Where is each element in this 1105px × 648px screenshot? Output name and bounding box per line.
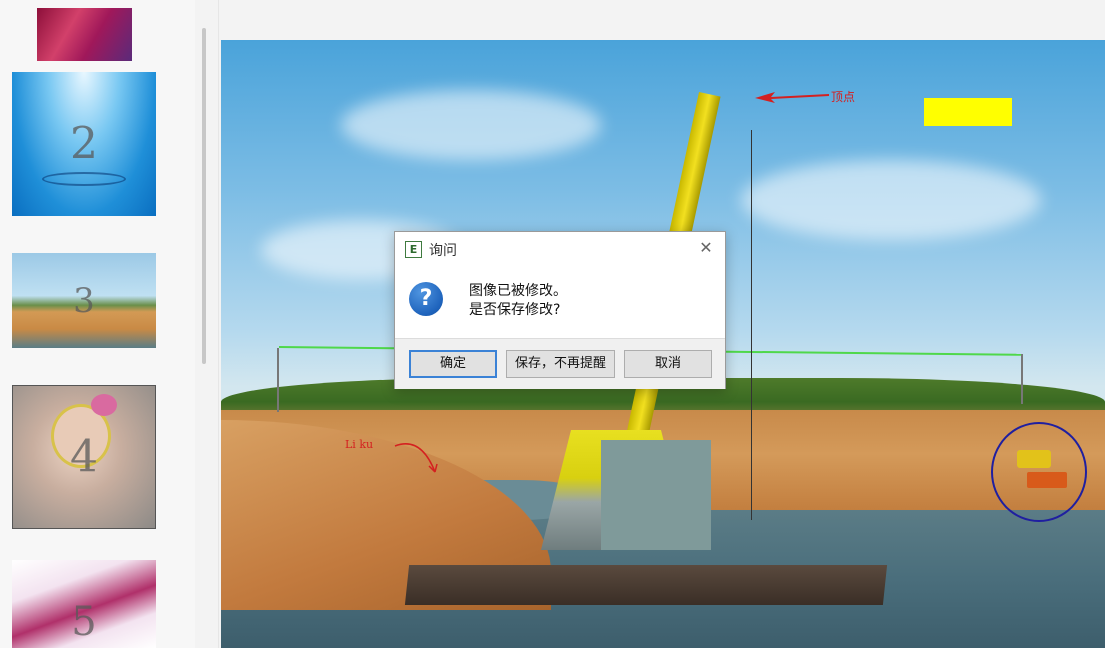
app-window: 2 3 4 5 顶点 Li ku E 询问 ✕ ? 图像已被修改。 是否保存修改… [0, 0, 1105, 648]
thumbnail-number: 3 [73, 280, 95, 321]
dialog-message: 图像已被修改。 是否保存修改? [469, 282, 567, 320]
crane-cable [751, 130, 752, 520]
save-confirm-dialog: E 询问 ✕ ? 图像已被修改。 是否保存修改? 确定 保存，不再提醒 取消 [394, 231, 726, 389]
red-arrow-annotation[interactable] [751, 88, 831, 108]
crane-cabin [601, 440, 711, 550]
cloud [341, 90, 601, 160]
app-icon: E [405, 241, 422, 258]
cancel-button[interactable]: 取消 [624, 350, 712, 378]
curved-arrow-annotation[interactable] [391, 436, 447, 480]
save-no-remind-button[interactable]: 保存，不再提醒 [506, 350, 615, 378]
thumbnail-number: 2 [70, 118, 98, 170]
vertex-label[interactable]: 顶点 [831, 88, 855, 105]
water-splash-graphic [42, 172, 126, 186]
dialog-title: 询问 [429, 243, 457, 259]
blue-circle-annotation[interactable] [991, 422, 1087, 522]
thumbnail-scrollbar[interactable] [202, 28, 206, 364]
message-line-2: 是否保存修改? [469, 302, 561, 318]
dialog-titlebar[interactable]: E 询问 ✕ [395, 232, 725, 265]
thumbnail-number: 4 [70, 431, 98, 483]
left-annotation-label[interactable]: Li ku [345, 438, 373, 451]
thumbnail-number: 5 [71, 598, 97, 645]
thumbnail-5[interactable]: 5 [12, 560, 156, 648]
thumbnail-panel: 2 3 4 5 [0, 0, 195, 648]
thumbnail-1[interactable] [37, 8, 132, 61]
question-icon: ? [409, 282, 443, 316]
dialog-button-bar: 确定 保存，不再提醒 取消 [395, 338, 725, 389]
barge [404, 565, 888, 605]
pink-bow-graphic [91, 394, 117, 416]
thumbnail-3[interactable]: 3 [12, 253, 156, 348]
yellow-highlight-rect[interactable] [924, 98, 1012, 126]
power-pole [277, 348, 279, 412]
ok-button[interactable]: 确定 [409, 350, 497, 378]
cloud [741, 160, 1041, 240]
close-icon[interactable]: ✕ [695, 237, 717, 259]
panel-divider [218, 0, 219, 648]
thumbnail-4[interactable]: 4 [12, 385, 156, 529]
thumbnail-2[interactable]: 2 [12, 72, 156, 216]
message-line-1: 图像已被修改。 [469, 283, 567, 299]
power-pole [1021, 354, 1023, 404]
